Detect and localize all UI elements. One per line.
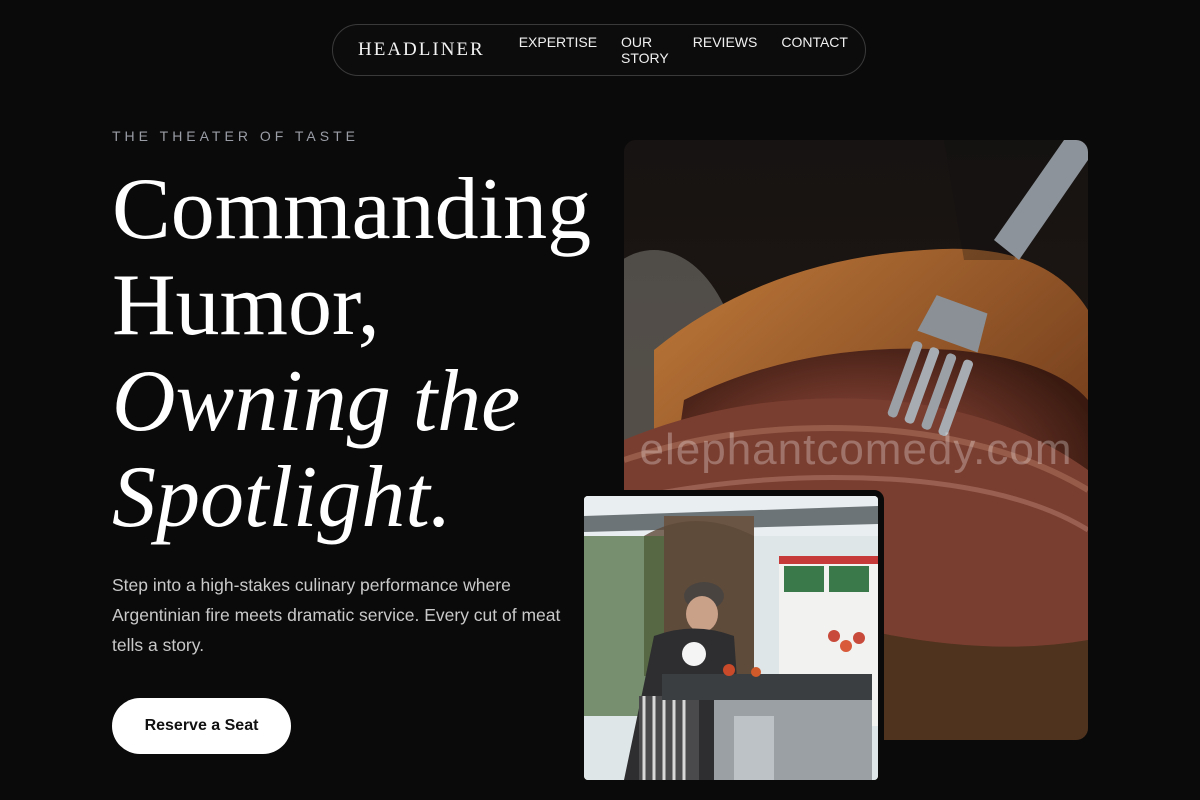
nav-link-expertise[interactable]: EXPERTISE: [519, 34, 597, 66]
chef-illustration: [584, 496, 878, 780]
watermark-text: elephantcomedy.com: [639, 425, 1073, 474]
hero-eyebrow: THE THEATER OF TASTE: [112, 128, 359, 144]
chef-grill-photo: [584, 496, 878, 780]
nav-link-our-story[interactable]: OUR STORY: [621, 34, 669, 66]
headline-line-2: Humor,: [112, 257, 380, 354]
hero-headline: Commanding Humor, Owning the Spotlight.: [112, 162, 591, 546]
headline-line-1: Commanding: [112, 161, 592, 258]
nav-link-contact[interactable]: CONTACT: [781, 34, 848, 66]
nav-links: EXPERTISE OUR STORY REVIEWS CONTACT: [519, 34, 872, 66]
hero-description: Step into a high-stakes culinary perform…: [112, 575, 561, 655]
brand-logo[interactable]: HEADLINER: [358, 39, 485, 61]
headline-line-4: Spotlight.: [112, 449, 452, 546]
headline-line-3: Owning the: [112, 353, 521, 450]
top-navigation: HEADLINER EXPERTISE OUR STORY REVIEWS CO…: [332, 24, 866, 76]
nav-link-reviews[interactable]: REVIEWS: [693, 34, 758, 66]
reserve-seat-button[interactable]: Reserve a Seat: [112, 698, 291, 754]
